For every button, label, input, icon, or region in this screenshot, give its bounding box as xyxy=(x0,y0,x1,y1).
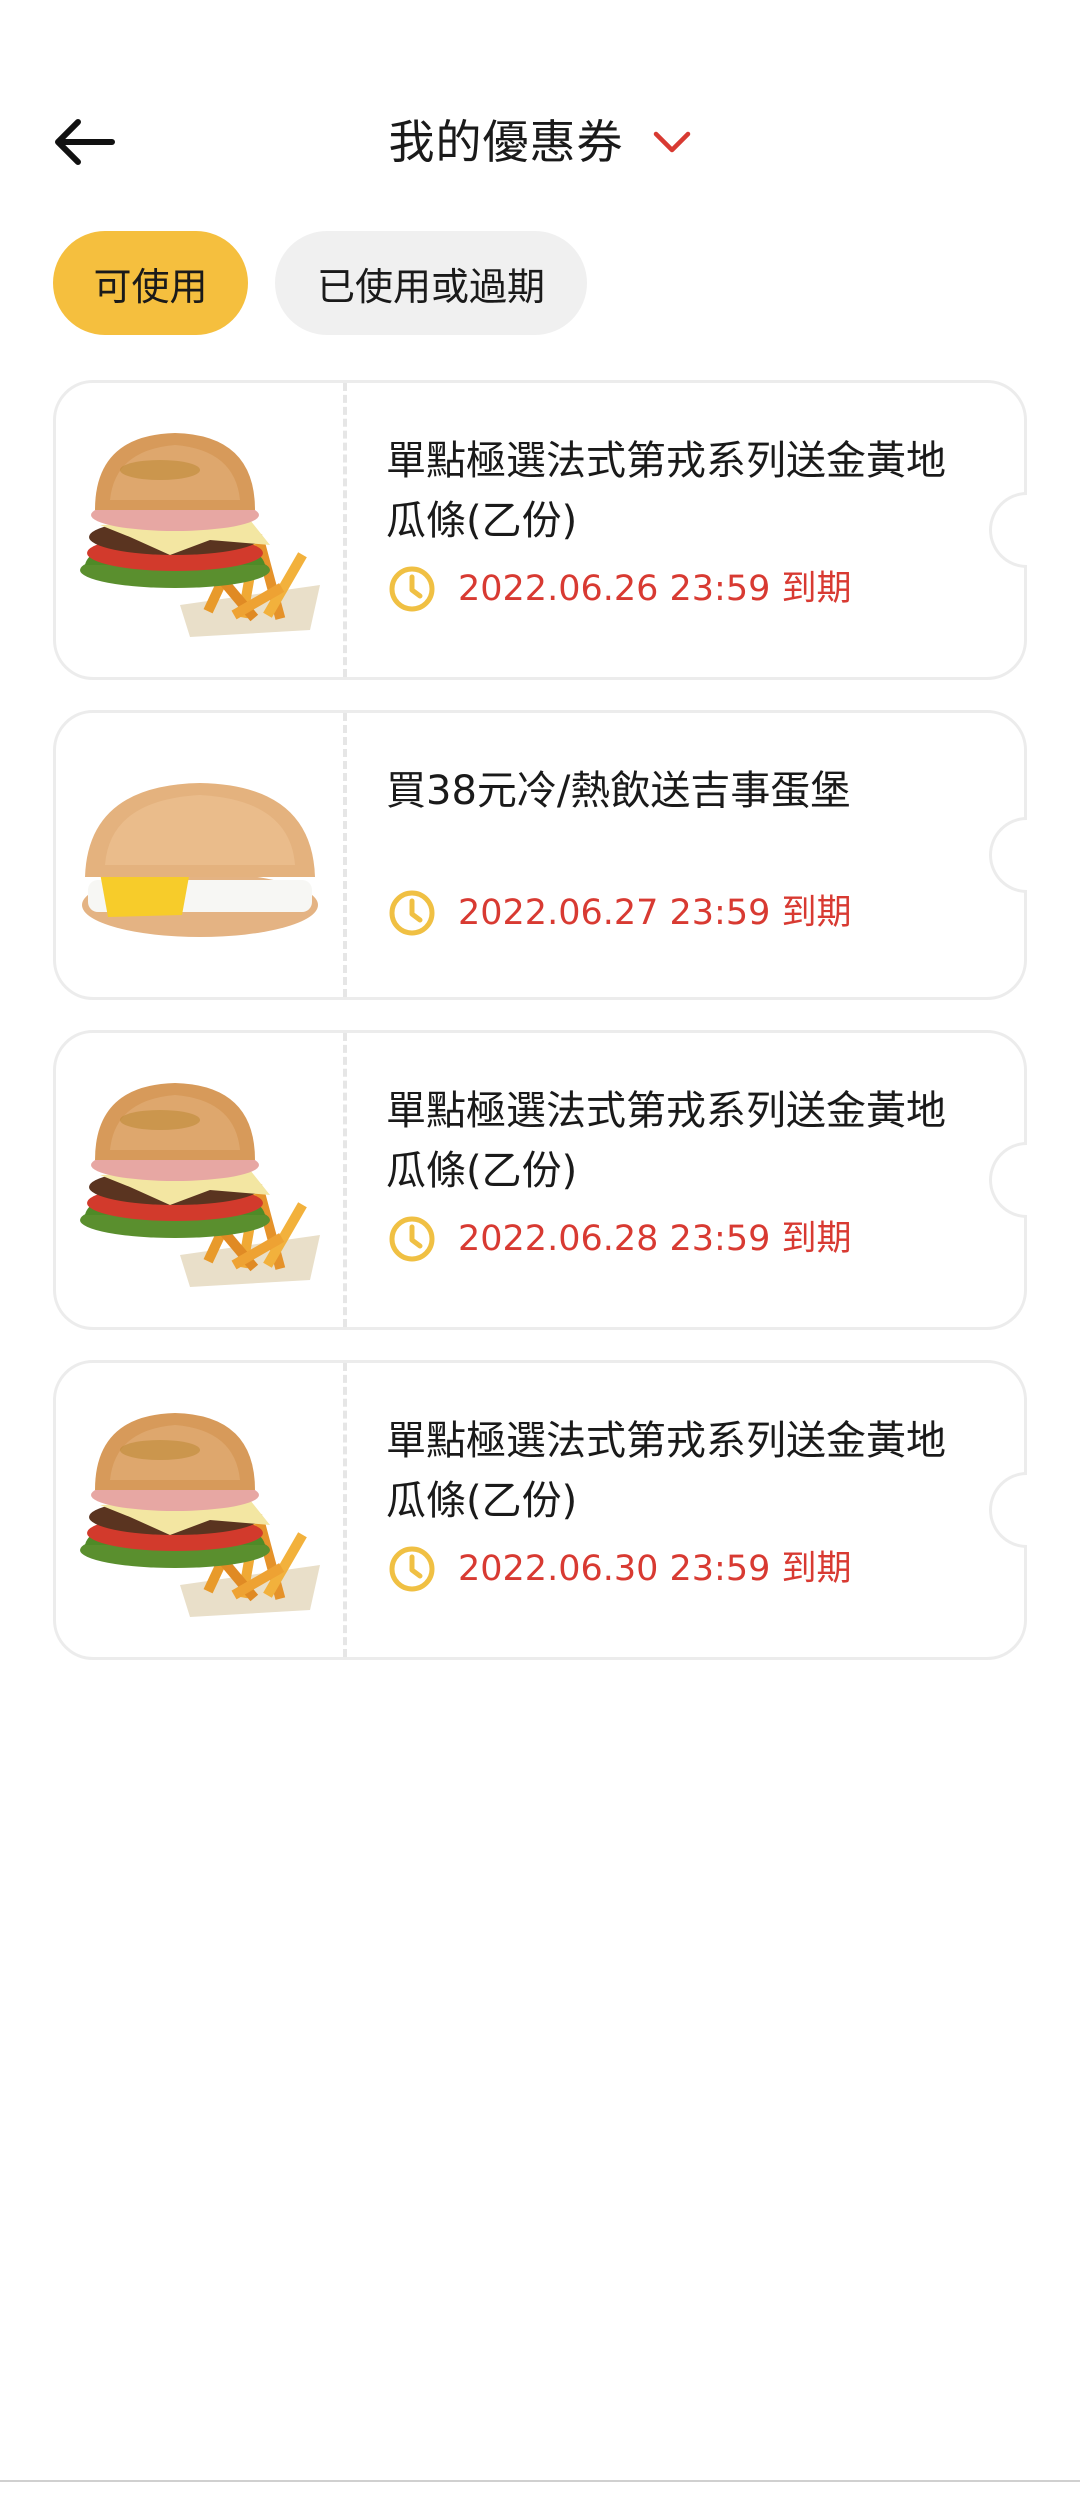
coupon-card[interactable]: 單點極選法式第戎系列送金黃地瓜條(乙份) 2022.06.28 23:59 到期 xyxy=(53,1030,1027,1330)
coupon-notch xyxy=(989,492,1027,568)
coupon-divider xyxy=(343,1363,347,1657)
coupon-card[interactable]: 單點極選法式第戎系列送金黃地瓜條(乙份) 2022.06.26 23:59 到期 xyxy=(53,380,1027,680)
coupon-notch xyxy=(989,1472,1027,1548)
title-dropdown[interactable]: 我的優惠券 xyxy=(0,104,1080,180)
coupon-image xyxy=(56,1363,343,1657)
coupon-card[interactable]: 單點極選法式第戎系列送金黃地瓜條(乙份) 2022.06.30 23:59 到期 xyxy=(53,1360,1027,1660)
expiry-row: 2022.06.28 23:59 到期 xyxy=(386,1213,852,1265)
coupon-title: 單點極選法式第戎系列送金黃地瓜條(乙份) xyxy=(386,438,946,544)
tab-available[interactable]: 可使用 xyxy=(53,231,248,335)
expiry-row: 2022.06.27 23:59 到期 xyxy=(386,887,852,939)
bottom-divider xyxy=(0,2480,1080,2482)
coupon-image xyxy=(56,1033,343,1327)
expiry-date: 2022.06.26 23:59 到期 xyxy=(458,569,852,609)
coupon-body: 單點極選法式第戎系列送金黃地瓜條(乙份) 2022.06.30 23:59 到期 xyxy=(386,1363,984,1592)
page-title: 我的優惠券 xyxy=(388,115,624,169)
coupon-divider xyxy=(343,383,347,677)
expiry-row: 2022.06.26 23:59 到期 xyxy=(386,563,852,615)
clock-icon xyxy=(386,1543,438,1595)
coupon-card[interactable]: 買38元冷/熱飲送吉事蛋堡 2022.06.27 23:59 到期 xyxy=(53,710,1027,1000)
coupon-divider xyxy=(343,1033,347,1327)
coupon-title: 買38元冷/熱飲送吉事蛋堡 xyxy=(386,768,851,814)
egg-burger-image xyxy=(81,783,318,937)
expiry-row: 2022.06.30 23:59 到期 xyxy=(386,1543,852,1595)
coupon-title: 單點極選法式第戎系列送金黃地瓜條(乙份) xyxy=(386,1088,946,1194)
coupon-body: 買38元冷/熱飲送吉事蛋堡 2022.06.27 23:59 到期 xyxy=(386,713,984,936)
clock-icon xyxy=(386,1213,438,1265)
burger-fries-image xyxy=(79,1083,320,1287)
tab-used-or-expired[interactable]: 已使用或過期 xyxy=(275,231,587,335)
burger-fries-image xyxy=(79,433,320,637)
header: 我的優惠券 xyxy=(0,0,1080,260)
coupon-notch xyxy=(989,817,1027,893)
coupon-list: 單點極選法式第戎系列送金黃地瓜條(乙份) 2022.06.26 23:59 到期 xyxy=(53,380,1027,1690)
filter-tabs: 可使用 已使用或過期 xyxy=(53,231,587,335)
coupon-notch xyxy=(989,1142,1027,1218)
expiry-date: 2022.06.27 23:59 到期 xyxy=(458,893,852,933)
coupon-body: 單點極選法式第戎系列送金黃地瓜條(乙份) 2022.06.28 23:59 到期 xyxy=(386,1033,984,1262)
clock-icon xyxy=(386,563,438,615)
clock-icon xyxy=(386,887,438,939)
expiry-date: 2022.06.28 23:59 到期 xyxy=(458,1219,852,1259)
coupon-title: 單點極選法式第戎系列送金黃地瓜條(乙份) xyxy=(386,1418,946,1524)
coupon-image xyxy=(56,383,343,677)
chevron-down-icon xyxy=(652,122,692,162)
coupon-body: 單點極選法式第戎系列送金黃地瓜條(乙份) 2022.06.26 23:59 到期 xyxy=(386,383,984,612)
expiry-date: 2022.06.30 23:59 到期 xyxy=(458,1549,852,1589)
coupon-image xyxy=(56,713,343,997)
burger-fries-image xyxy=(79,1413,320,1617)
coupon-divider xyxy=(343,713,347,997)
